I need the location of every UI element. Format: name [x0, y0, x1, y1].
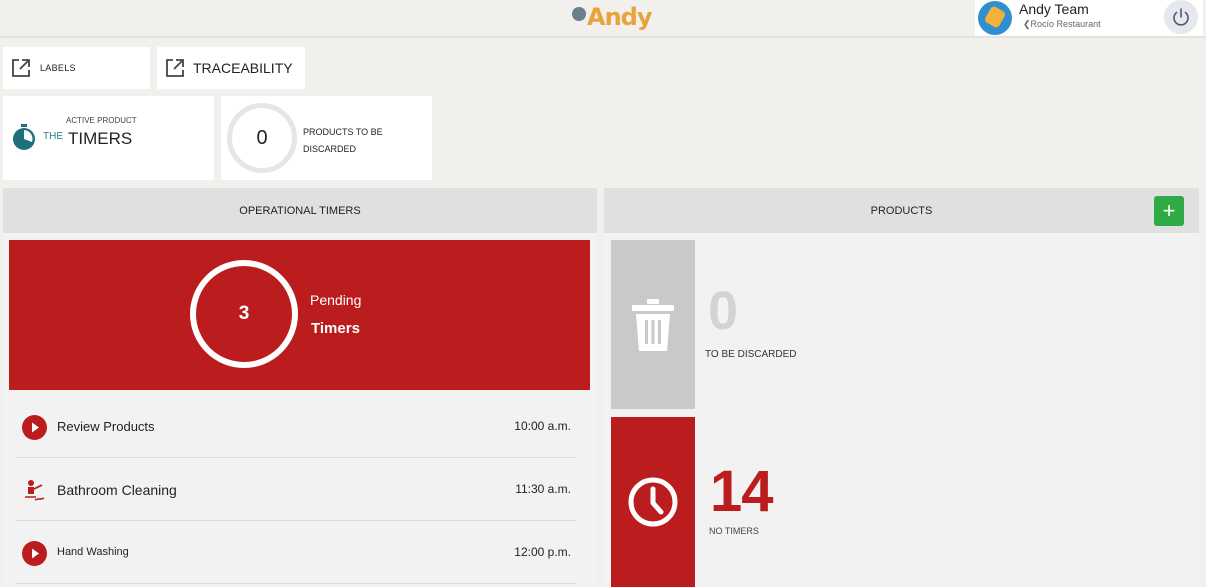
labels-link-label: LABELS — [40, 63, 76, 73]
pending-count: 3 — [238, 303, 250, 324]
trash-icon — [632, 298, 674, 351]
logout-button[interactable] — [1164, 0, 1198, 34]
andy-logo[interactable]: Andy — [572, 2, 652, 32]
pending-timers-box[interactable]: 3 Pending Timers — [9, 240, 590, 390]
pending-count-ring: 3 — [190, 260, 298, 368]
no-timers-count: 14 — [710, 459, 774, 524]
operational-timers-title: OPERATIONAL TIMERS — [239, 204, 361, 217]
timer-time: 10:00 a.m. — [514, 419, 571, 433]
user-name: Andy Team — [1019, 1, 1089, 17]
stopwatch-icon — [13, 124, 35, 150]
play-icon — [22, 541, 47, 566]
products-to-discard-card[interactable]: 0 PRODUCTS TO BE DISCARDED — [221, 96, 432, 180]
play-icon — [22, 415, 47, 440]
logo-eye-icon — [572, 7, 586, 21]
active-product-label: ACTIVE PRODUCT — [66, 116, 137, 125]
timer-time: 11:30 a.m. — [515, 482, 571, 496]
no-timers-tile[interactable] — [611, 417, 695, 587]
timer-time: 12:00 p.m. — [514, 545, 571, 559]
timers-label: Timers — [311, 320, 360, 337]
timer-name: Review Products — [57, 419, 155, 434]
traceability-link-label: TRACEABILITY — [193, 60, 293, 76]
cleaning-icon — [25, 480, 45, 501]
top-bar: Andy Andy Team ❮Rocío Restaurant — [0, 0, 1206, 38]
no-timers-label: NO TIMERS — [709, 526, 759, 536]
external-link-icon — [166, 59, 184, 77]
avatar — [978, 1, 1012, 35]
to-be-discarded-label: TO BE DISCARDED — [705, 349, 797, 360]
timer-name: Bathroom Cleaning — [57, 482, 177, 498]
clock-icon — [628, 477, 678, 527]
add-product-button[interactable]: + — [1154, 196, 1184, 226]
products-title: PRODUCTS — [870, 204, 933, 217]
power-icon — [1173, 8, 1189, 26]
timer-name: Hand Washing — [57, 546, 129, 558]
discard-count: 0 — [256, 126, 268, 149]
logo-text: Andy — [587, 3, 652, 31]
labels-link[interactable]: LABELS — [3, 47, 150, 89]
timer-row[interactable]: Bathroom Cleaning 11:30 a.m. — [15, 459, 577, 521]
user-location: ❮Rocío Restaurant — [1023, 19, 1101, 29]
external-link-icon — [12, 59, 30, 77]
to-be-discarded-tile[interactable] — [611, 240, 695, 409]
active-product-timers-card[interactable]: THE ACTIVE PRODUCT TIMERS — [3, 96, 214, 180]
discard-label: PRODUCTS TO BE DISCARDED — [303, 127, 383, 154]
traceability-link[interactable]: TRACEABILITY — [157, 47, 305, 89]
timer-row[interactable]: Hand Washing 12:00 p.m. — [15, 522, 577, 584]
products-header: PRODUCTS — [604, 188, 1199, 233]
timers-title: TIMERS — [68, 129, 133, 148]
user-card[interactable]: Andy Team ❮Rocío Restaurant — [975, 0, 1203, 36]
discard-count-ring: 0 — [227, 103, 297, 173]
the-label: THE — [43, 131, 63, 142]
pending-label: Pending — [310, 292, 362, 308]
timer-row[interactable]: Review Products 10:00 a.m. — [15, 396, 577, 458]
operational-timers-header: OPERATIONAL TIMERS — [3, 188, 597, 233]
discard-products-count: 0 — [708, 281, 739, 341]
